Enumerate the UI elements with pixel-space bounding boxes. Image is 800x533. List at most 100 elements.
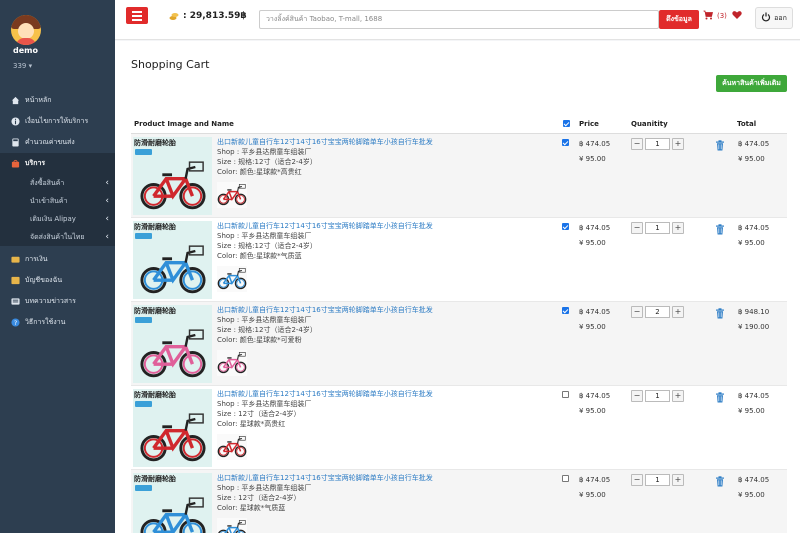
product-image[interactable]: 防滑耐磨轮胎 [133,137,212,215]
sidebar-sub-item-delivery[interactable]: จัดส่งสินค้าในไทย ‹ [0,228,115,246]
unit-price: ฿ 474.05 ¥ 95.00 [579,307,610,332]
product-info: 出口新款儿童自行车12寸14寸16寸宝宝两轮脚踏单车小孩自行车批发 Shop : … [217,137,557,177]
product-title-link[interactable]: 出口新款儿童自行车12寸14寸16寸宝宝两轮脚踏单车小孩自行车批发 [217,305,557,315]
coins-icon [169,11,179,24]
cart-row: 防滑耐磨轮胎 出口新款儿童自行车12寸14寸16寸宝宝两轮脚踏单车小孩自行车批发… [131,218,787,302]
quantity-input[interactable]: 2 [645,306,670,318]
product-color: Color: 星球款*气质蓝 [217,504,286,512]
increase-quantity-button[interactable]: + [672,306,684,318]
price-cny: ¥ 95.00 [579,407,606,415]
line-total: ฿ 474.05 ¥ 95.00 [738,223,769,248]
row-select-checkbox[interactable] [562,475,569,482]
total-thb: ฿ 948.10 [738,308,770,316]
quantity-stepper: −1 + [631,222,684,234]
sidebar-item-home[interactable]: หน้าหลัก [0,90,115,111]
product-title-link[interactable]: 出口新款儿童自行车12寸14寸16寸宝宝两轮脚踏单车小孩自行车批发 [217,473,557,483]
calculator-icon [10,138,20,148]
trash-icon[interactable] [715,392,725,405]
trash-icon[interactable] [715,140,725,153]
bike-image [139,493,207,533]
sidebar-item-help[interactable]: ? วิธีการใช้งาน [0,312,115,333]
wallet-icon [10,255,20,265]
menu-toggle-button[interactable] [126,7,148,24]
quantity-input[interactable]: 1 [645,222,670,234]
sidebar-item-shipping-calc[interactable]: คำนวณค่าขนส่ง [0,132,115,153]
increase-quantity-button[interactable]: + [672,222,684,234]
product-title-link[interactable]: 出口新款儿童自行车12寸14寸16寸宝宝两轮脚踏单车小孩自行车批发 [217,221,557,231]
main-content: Shopping Cart ค้นหาสินค้าเพิ่มเติม Produ… [115,41,800,533]
product-title-link[interactable]: 出口新款儿童自行车12寸14寸16寸宝宝两轮脚踏单车小孩自行车批发 [217,389,557,399]
sidebar-item-label: วิธีการใช้งาน [25,318,66,326]
decrease-quantity-button[interactable]: − [631,306,643,318]
cart-row: 防滑耐磨轮胎 出口新款儿童自行车12寸14寸16寸宝宝两轮脚踏单车小孩自行车批发… [131,302,787,386]
product-link-input[interactable]: วางลิ้งค์สินค้า Taobao, T-mall, 1688 [259,10,659,29]
product-size: Size : 规格:12寸（适合2-4岁） [217,326,317,334]
wallet-balance: : 29,813.59฿ [183,11,247,21]
news-icon [10,297,20,307]
page-title: Shopping Cart [131,58,210,71]
decrease-quantity-button[interactable]: − [631,474,643,486]
increase-quantity-button[interactable]: + [672,474,684,486]
product-image[interactable]: 防滑耐磨轮胎 [133,221,212,299]
product-image[interactable]: 防滑耐磨轮胎 [133,473,212,533]
product-image[interactable]: 防滑耐磨轮胎 [133,305,212,383]
cart-row: 防滑耐磨轮胎 出口新款儿童自行车12寸14寸16寸宝宝两轮脚踏单车小孩自行车批发… [131,134,787,218]
quantity-input[interactable]: 1 [645,138,670,150]
fetch-data-button[interactable]: ดึงข้อมูล [659,10,699,29]
product-color: Color: 颜色:星球款*气质蓝 [217,252,302,260]
sidebar-item-news[interactable]: บทความข่าวสาร [0,291,115,312]
sidebar-item-services[interactable]: บริการ [0,153,115,174]
sidebar-sub-item-alipay[interactable]: เติมเงิน Alipay ‹ [0,210,115,228]
increase-quantity-button[interactable]: + [672,390,684,402]
bag-icon [10,159,20,169]
decrease-quantity-button[interactable]: − [631,138,643,150]
top-bar: : 29,813.59฿ วางลิ้งค์สินค้า Taobao, T-m… [115,0,800,40]
sidebar-item-account[interactable]: บัญชีของฉัน [0,270,115,291]
logout-button[interactable]: ออก [755,7,793,29]
chevron-left-icon: ‹ [105,214,109,224]
trash-icon[interactable] [715,224,725,237]
cart-count[interactable]: (3) [717,12,727,20]
header-product: Product Image and Name [134,120,234,128]
home-icon [10,96,20,106]
user-code-dropdown[interactable]: 339 ▾ [13,62,32,70]
quantity-input[interactable]: 1 [645,390,670,402]
product-image[interactable]: 防滑耐磨轮胎 [133,389,212,467]
line-total: ฿ 474.05 ¥ 95.00 [738,475,769,500]
quantity-input[interactable]: 1 [645,474,670,486]
row-select-checkbox[interactable] [562,307,569,314]
quantity-stepper: −2 + [631,306,684,318]
product-size: Size : 12寸（适合2-4岁） [217,410,301,418]
product-title-link[interactable]: 出口新款儿童自行车12寸14寸16寸宝宝两轮脚踏单车小孩自行车批发 [217,137,557,147]
avatar[interactable] [11,15,41,45]
variant-thumbnail [217,350,247,376]
sidebar-item-finance[interactable]: การเงิน [0,249,115,270]
search-more-products-button[interactable]: ค้นหาสินค้าเพิ่มเติม [716,75,787,92]
bike-image [139,241,207,297]
increase-quantity-button[interactable]: + [672,138,684,150]
product-color: Color: 颜色:星球款*可爱粉 [217,336,302,344]
logout-label: ออก [774,13,787,22]
product-image-tag [135,233,152,239]
price-thb: ฿ 474.05 [579,476,611,484]
bike-image [139,409,207,465]
heart-icon[interactable] [732,10,742,23]
sidebar-sub-item-order[interactable]: สั่งซื้อสินค้า ‹ [0,174,115,192]
sidebar-item-terms[interactable]: เงื่อนไขการให้บริการ [0,111,115,132]
trash-icon[interactable] [715,308,725,321]
row-select-checkbox[interactable] [562,391,569,398]
select-all-checkbox[interactable] [563,120,570,127]
sidebar-sub-item-import[interactable]: นำเข้าสินค้า ‹ [0,192,115,210]
product-color: Color: 星球款*高贵红 [217,420,286,428]
total-thb: ฿ 474.05 [738,476,770,484]
power-icon [761,12,771,24]
decrease-quantity-button[interactable]: − [631,390,643,402]
trash-icon[interactable] [715,476,725,489]
row-select-checkbox[interactable] [562,223,569,230]
price-thb: ฿ 474.05 [579,392,611,400]
product-shop: Shop : 平乡县达鼎童车组装厂 [217,316,312,324]
cart-icon[interactable] [703,10,714,23]
row-select-checkbox[interactable] [562,139,569,146]
decrease-quantity-button[interactable]: − [631,222,643,234]
cart-row: 防滑耐磨轮胎 出口新款儿童自行车12寸14寸16寸宝宝两轮脚踏单车小孩自行车批发… [131,470,787,533]
